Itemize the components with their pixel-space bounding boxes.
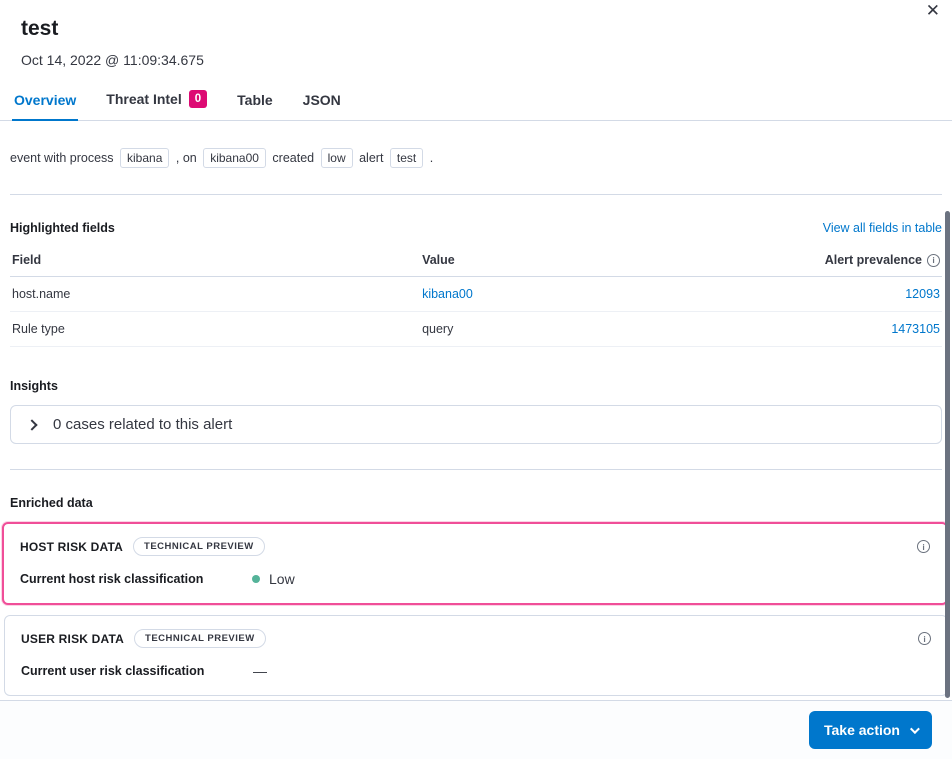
field-cell: host.name	[10, 277, 420, 312]
tab-threat-intel-label: Threat Intel	[106, 91, 181, 107]
host-risk-value-text: Low	[269, 571, 295, 587]
prevalence-cell-link[interactable]: 1473105	[891, 322, 940, 336]
insights-title: Insights	[10, 379, 942, 393]
table-row: Rule type query 1473105	[10, 312, 942, 347]
host-risk-classification-row: Current host risk classification Low	[20, 571, 930, 587]
field-cell: Rule type	[10, 312, 420, 347]
rule-name-badge[interactable]: test	[390, 148, 423, 168]
tab-overview[interactable]: Overview	[12, 86, 78, 121]
severity-badge[interactable]: low	[321, 148, 353, 168]
host-risk-panel-header: HOST RISK DATA TECHNICAL PREVIEW i	[20, 537, 930, 556]
column-header-value: Value	[420, 245, 774, 277]
host-risk-heading: HOST RISK DATA	[20, 540, 123, 554]
alert-details-flyout: ✕ test Oct 14, 2022 @ 11:09:34.675 Overv…	[0, 0, 952, 759]
host-name-badge[interactable]: kibana00	[203, 148, 266, 168]
user-risk-info-icon[interactable]: i	[918, 632, 931, 645]
user-risk-classification-row: Current user risk classification —	[21, 663, 931, 679]
vertical-scrollbar[interactable]	[945, 211, 950, 698]
prevalence-info-icon[interactable]: i	[927, 254, 940, 267]
column-header-field: Field	[10, 245, 420, 277]
reason-text: created	[272, 151, 314, 165]
reason-text: .	[430, 151, 433, 165]
reason-text: alert	[359, 151, 383, 165]
take-action-label: Take action	[824, 722, 900, 738]
alert-timestamp: Oct 14, 2022 @ 11:09:34.675	[21, 50, 931, 70]
overview-tab-content: event with process kibana , on kibana00 …	[0, 121, 952, 699]
tab-json-label: JSON	[303, 92, 341, 108]
host-risk-label: Current host risk classification	[20, 572, 252, 586]
value-cell: query	[420, 312, 774, 347]
alert-reason-text: event with process kibana , on kibana00 …	[10, 147, 942, 169]
tab-json[interactable]: JSON	[301, 86, 343, 121]
tab-overview-label: Overview	[14, 92, 76, 108]
table-header-row: Field Value Alert prevalence i	[10, 245, 942, 277]
close-icon[interactable]: ✕	[922, 0, 944, 23]
host-risk-data-panel: HOST RISK DATA TECHNICAL PREVIEW i Curre…	[2, 522, 948, 605]
chevron-down-icon	[910, 724, 920, 734]
reason-text: , on	[176, 151, 197, 165]
highlighted-fields-header: Highlighted fields View all fields in ta…	[10, 221, 942, 235]
host-risk-value: Low	[252, 571, 295, 587]
user-risk-value-text: —	[253, 663, 267, 679]
threat-intel-count-badge: 0	[189, 90, 207, 108]
column-header-prevalence: Alert prevalence i	[774, 245, 942, 277]
tab-table-label: Table	[237, 92, 273, 108]
user-risk-panel-header: USER RISK DATA TECHNICAL PREVIEW i	[21, 629, 931, 648]
tab-bar: Overview Threat Intel 0 Table JSON	[0, 70, 952, 121]
highlighted-fields-table: Field Value Alert prevalence i host.name…	[10, 245, 942, 347]
tab-threat-intel[interactable]: Threat Intel 0	[104, 84, 209, 121]
host-risk-info-icon[interactable]: i	[917, 540, 930, 553]
tab-table[interactable]: Table	[235, 86, 275, 121]
highlighted-fields-title: Highlighted fields	[10, 221, 115, 235]
prevalence-cell-link[interactable]: 12093	[905, 287, 940, 301]
value-cell-link[interactable]: kibana00	[422, 287, 473, 301]
technical-preview-badge: TECHNICAL PREVIEW	[133, 537, 265, 556]
divider	[10, 194, 942, 195]
user-risk-label: Current user risk classification	[21, 664, 253, 678]
enriched-data-title: Enriched data	[10, 496, 942, 510]
table-row: host.name kibana00 12093	[10, 277, 942, 312]
reason-text: event with process	[10, 151, 114, 165]
user-risk-data-panel: USER RISK DATA TECHNICAL PREVIEW i Curre…	[4, 615, 948, 696]
process-name-badge[interactable]: kibana	[120, 148, 169, 168]
page-title: test	[21, 15, 931, 43]
prevalence-label: Alert prevalence	[825, 253, 922, 267]
flyout-header: test Oct 14, 2022 @ 11:09:34.675	[0, 0, 952, 70]
risk-low-dot-icon	[252, 575, 260, 583]
user-risk-heading: USER RISK DATA	[21, 632, 124, 646]
technical-preview-badge: TECHNICAL PREVIEW	[134, 629, 266, 648]
view-all-fields-link[interactable]: View all fields in table	[823, 221, 942, 235]
divider	[10, 469, 942, 470]
related-cases-accordion[interactable]: 0 cases related to this alert	[10, 405, 942, 444]
chevron-right-icon	[26, 419, 37, 430]
take-action-button[interactable]: Take action	[809, 711, 932, 749]
flyout-footer: Take action	[0, 700, 952, 759]
related-cases-label: 0 cases related to this alert	[53, 416, 232, 433]
